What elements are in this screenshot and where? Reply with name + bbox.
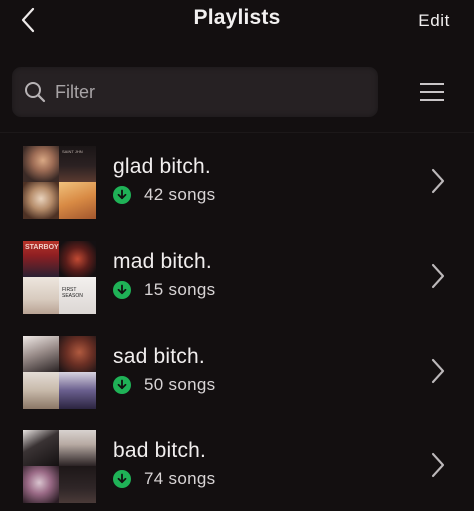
album-art-tile (23, 277, 59, 314)
playlist-meta: 74 songs (113, 469, 215, 489)
chevron-right-icon (431, 168, 445, 194)
playlist-meta: 50 songs (113, 375, 215, 395)
album-art-tile (23, 372, 59, 409)
downloaded-icon (113, 186, 131, 204)
album-art-tile: FIRST SEASON (59, 277, 96, 314)
album-art-tile (59, 466, 96, 503)
song-count: 74 songs (144, 469, 216, 488)
album-art-tile (59, 336, 96, 372)
playlist-row[interactable]: SAINT JHN glad bitch. 42 songs (0, 134, 474, 229)
album-art-tile (23, 146, 59, 182)
page-title: Playlists (193, 6, 281, 29)
playlist-row[interactable]: STARBOY FIRST SEASON mad bitch. 15 songs (0, 229, 474, 324)
playlist-name: glad bitch. (113, 155, 211, 178)
album-art-text: STARBOY (25, 244, 59, 251)
search-icon (23, 80, 47, 104)
nav-header: Playlists Edit (0, 0, 474, 44)
playlist-row[interactable]: sad bitch. 50 songs (0, 324, 474, 419)
chevron-right-icon (431, 452, 445, 478)
song-count: 15 songs (144, 280, 216, 299)
album-art-tile (23, 466, 59, 503)
album-art-tile (59, 372, 96, 409)
filter-input[interactable] (55, 81, 355, 103)
album-art-text: SAINT JHN (62, 149, 83, 154)
album-art-tile: STARBOY (23, 241, 59, 277)
sort-menu-button[interactable] (418, 80, 446, 104)
edit-button[interactable]: Edit (418, 11, 450, 31)
playlist-row[interactable]: bad bitch. 74 songs (0, 418, 474, 511)
playlists-screen: Playlists Edit SAINT JHN glad bi (0, 0, 474, 511)
playlist-cover-art: STARBOY FIRST SEASON (23, 241, 96, 314)
album-art-tile (59, 182, 96, 219)
downloaded-icon (113, 470, 131, 488)
playlist-cover-art (23, 430, 96, 503)
album-art-tile (23, 430, 59, 466)
downloaded-icon (113, 281, 131, 299)
album-art-tile (59, 430, 96, 466)
playlist-name: sad bitch. (113, 345, 205, 368)
downloaded-icon (113, 376, 131, 394)
song-count: 42 songs (144, 185, 216, 204)
album-art-tile (59, 241, 96, 277)
playlist-cover-art (23, 336, 96, 409)
playlist-meta: 42 songs (113, 185, 215, 205)
hamburger-menu-icon (420, 83, 444, 101)
filter-bar (12, 67, 378, 117)
playlist-name: mad bitch. (113, 250, 212, 273)
album-art-text: FIRST SEASON (62, 287, 83, 299)
chevron-right-icon (431, 358, 445, 384)
song-count: 50 songs (144, 375, 216, 394)
playlist-meta: 15 songs (113, 280, 215, 300)
album-art-tile (23, 182, 59, 219)
divider (0, 132, 474, 133)
playlist-cover-art: SAINT JHN (23, 146, 96, 219)
chevron-right-icon (431, 263, 445, 289)
album-art-tile: SAINT JHN (59, 146, 96, 182)
album-art-tile (23, 336, 59, 372)
playlist-name: bad bitch. (113, 439, 207, 462)
